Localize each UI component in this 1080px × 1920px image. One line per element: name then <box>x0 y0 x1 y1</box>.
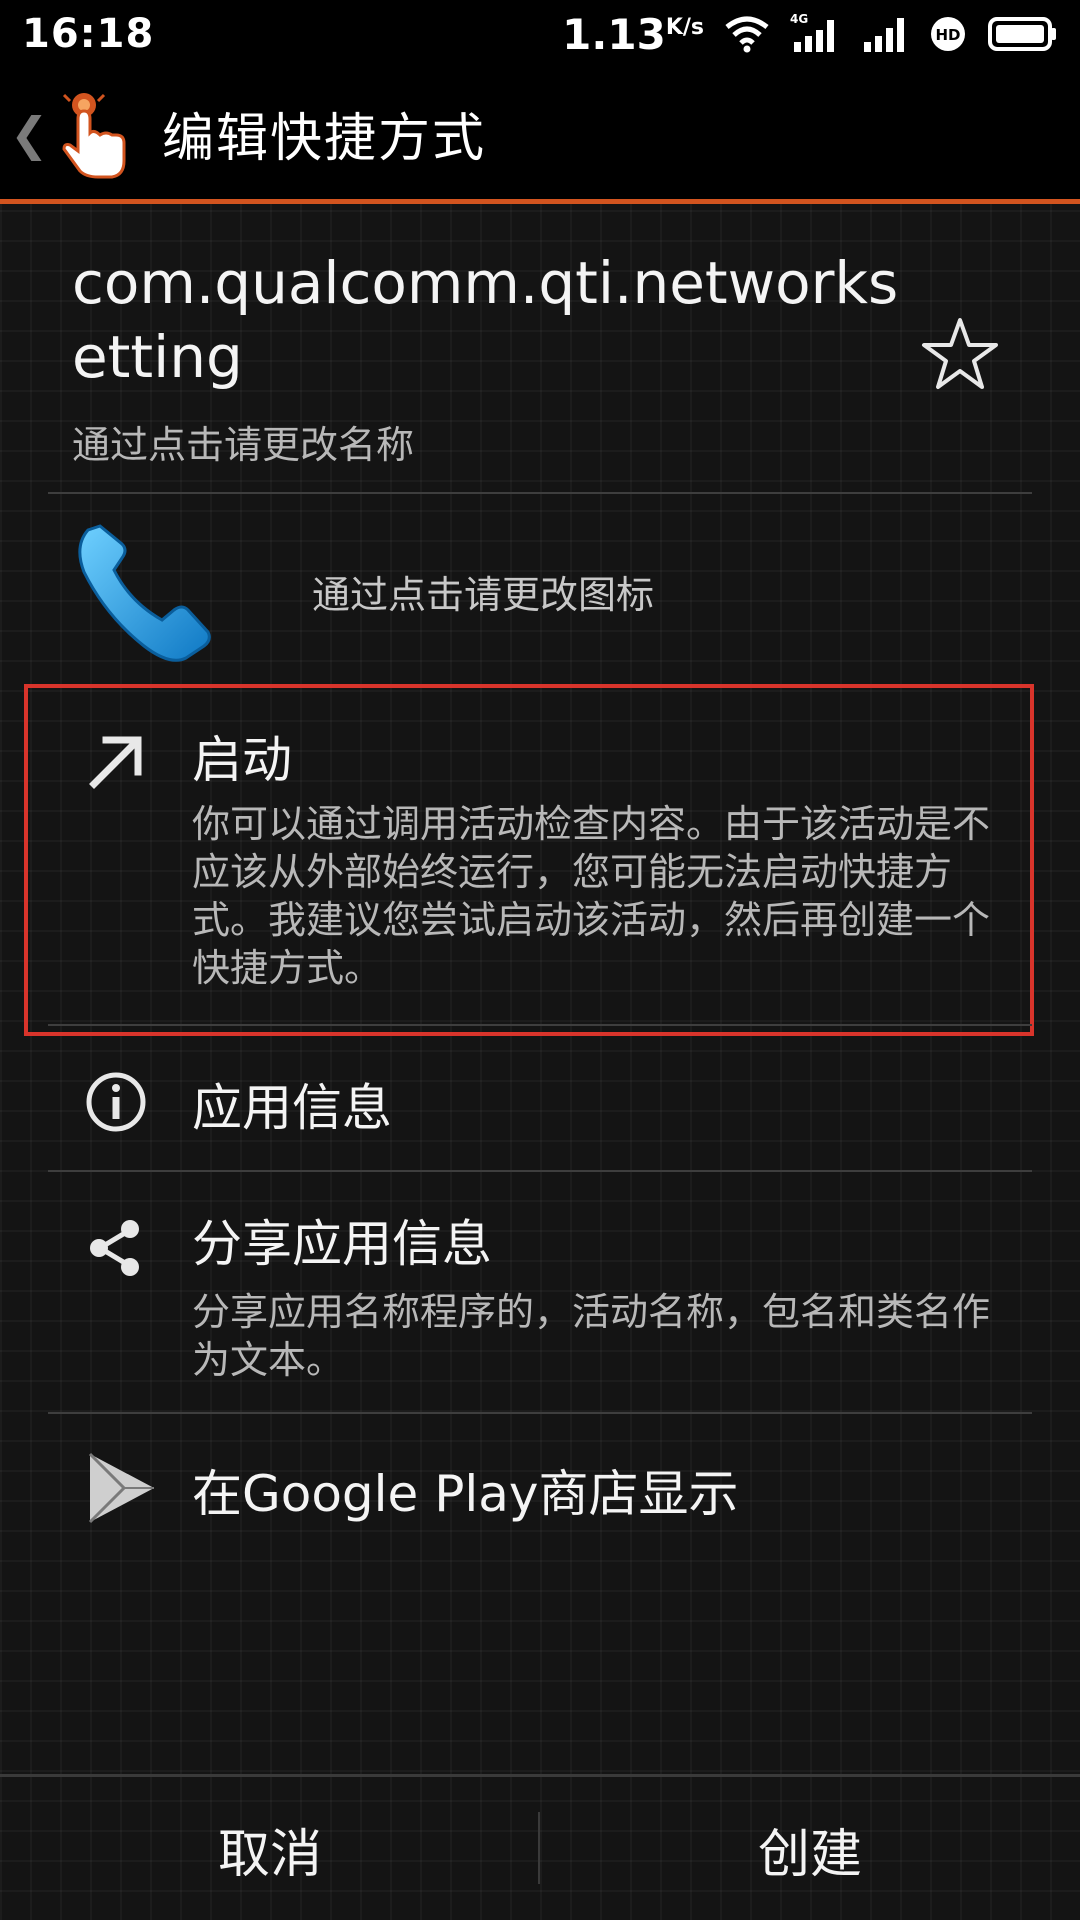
back-chevron-icon[interactable]: ❮ <box>10 107 49 161</box>
status-time: 16:18 <box>22 11 155 57</box>
launch-title: 启动 <box>192 731 292 789</box>
shortcut-name-text: com.qualcomm.qti.networksetting <box>72 249 899 391</box>
network-speed: 1.13K/s <box>562 9 704 59</box>
divider <box>48 1412 1032 1414</box>
info-icon <box>86 1072 146 1132</box>
divider <box>48 1170 1032 1172</box>
play-store-icon <box>88 1452 154 1524</box>
star-outline-icon[interactable] <box>920 316 1000 392</box>
page-title: 编辑快捷方式 <box>162 109 487 169</box>
status-bar: 16:18 1.13K/s 4G HD <box>0 0 1080 68</box>
shortcut-icon-row[interactable]: 通过点击请更改图标 <box>70 516 1030 666</box>
tap-hand-icon[interactable] <box>50 89 134 179</box>
divider <box>48 1024 1032 1026</box>
divider <box>48 492 1032 494</box>
wifi-icon <box>725 16 769 53</box>
create-button[interactable]: 创建 <box>540 1784 1080 1914</box>
launch-description: 你可以通过调用活动检查内容。由于该活动是不应该从外部始终运行，您可能无法启动快捷… <box>192 802 991 990</box>
share-description: 分享应用名称程序的，活动名称，包名和类名作为文本。 <box>192 1290 991 1382</box>
app-info-title: 应用信息 <box>192 1079 392 1137</box>
status-icons: 1.13K/s 4G HD <box>562 10 1058 59</box>
signal-icon <box>864 18 904 52</box>
svg-text:HD: HD <box>935 26 960 44</box>
arrow-up-right-icon <box>89 736 142 789</box>
share-title: 分享应用信息 <box>192 1215 492 1273</box>
speed-unit: K/s <box>665 14 704 40</box>
name-hint: 通过点击请更改名称 <box>72 423 415 467</box>
shortcut-name[interactable]: com.qualcomm.qti.networksetting <box>72 246 932 394</box>
bottom-divider <box>0 1774 1080 1777</box>
battery-icon <box>988 17 1056 51</box>
launch-item[interactable]: 启动 你可以通过调用活动检查内容。由于该活动是不应该从外部始终运行，您可能无法启… <box>70 706 1030 1016</box>
play-store-item[interactable]: 在Google Play商店显示 <box>70 1432 1030 1552</box>
play-store-title: 在Google Play商店显示 <box>192 1465 739 1523</box>
icon-hint: 通过点击请更改图标 <box>312 572 655 617</box>
signal-4g-icon: 4G <box>790 12 834 52</box>
phone-icon[interactable] <box>70 516 220 666</box>
share-icon <box>90 1220 139 1276</box>
share-item[interactable]: 分享应用信息 分享应用名称程序的，活动名称，包名和类名作为文本。 <box>70 1190 1030 1406</box>
hd-voice-icon: HD <box>931 17 965 51</box>
cancel-button[interactable]: 取消 <box>0 1784 540 1914</box>
app-info-item[interactable]: 应用信息 <box>70 1044 1030 1164</box>
svg-text:4G: 4G <box>790 12 808 26</box>
app-bar: ❮ 编辑快捷方式 <box>0 68 1080 204</box>
